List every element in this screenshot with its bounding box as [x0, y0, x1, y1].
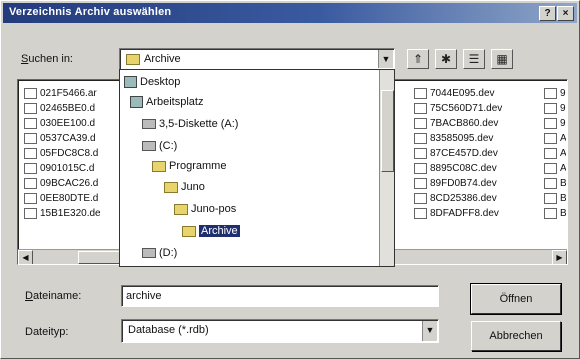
list-view-icon[interactable]: ☰	[463, 49, 485, 69]
chevron-down-icon[interactable]: ▼	[378, 50, 393, 68]
filename-field[interactable]: archive	[121, 285, 439, 307]
dropdown-item-programme[interactable]: Programme	[152, 158, 226, 174]
list-item[interactable]: 9	[544, 116, 566, 131]
help-button[interactable]: ?	[539, 6, 556, 21]
lookin-value: Archive	[144, 53, 181, 65]
list-item[interactable]: 75C560D71.dev	[414, 101, 534, 116]
dropdown-item-c-drive[interactable]: (C:)	[142, 138, 177, 154]
list-item[interactable]: 030EE100.d	[24, 116, 124, 131]
list-item[interactable]: 83585095.dev	[414, 131, 534, 146]
file-column-right: 7044E095.dev 75C560D71.dev 7BACB860.dev …	[414, 86, 534, 221]
file-dialog-window: Verzeichnis Archiv auswählen ? × Suchen …	[0, 0, 580, 359]
filetype-select[interactable]: Database (*.rdb) ▼	[121, 319, 439, 343]
lookin-label: Suchen in:	[21, 53, 73, 65]
lookin-combobox[interactable]: Archive ▼	[119, 48, 395, 70]
list-item[interactable]: A	[544, 161, 566, 176]
lookin-dropdown-list[interactable]: Desktop Arbeitsplatz 3,5-Diskette (A:) (…	[119, 69, 395, 267]
dropdown-item-floppy[interactable]: 3,5-Diskette (A:)	[142, 116, 238, 132]
dropdown-item-juno-pos[interactable]: Juno-pos	[174, 201, 236, 217]
dropdown-item-archive[interactable]: Archive	[182, 223, 240, 239]
desktop-icon	[124, 76, 137, 89]
list-item[interactable]: B	[544, 206, 566, 221]
list-item[interactable]: 9	[544, 101, 566, 116]
details-view-icon[interactable]: ▦	[491, 49, 513, 69]
dropdown-item-d-drive[interactable]: (D:)	[142, 245, 177, 261]
chevron-down-icon[interactable]: ▼	[422, 321, 437, 341]
list-item[interactable]: 021F5466.ar	[24, 86, 124, 101]
hard-drive-icon	[142, 141, 156, 152]
cancel-button[interactable]: Abbrechen	[471, 321, 561, 351]
list-item[interactable]: 8895C08C.dev	[414, 161, 534, 176]
dropdown-item-arbeitsplatz[interactable]: Arbeitsplatz	[130, 94, 203, 110]
folder-icon	[174, 203, 188, 215]
window-title: Verzeichnis Archiv auswählen	[9, 6, 172, 18]
list-item[interactable]: A	[544, 146, 566, 161]
list-item[interactable]: 87CE457D.dev	[414, 146, 534, 161]
folder-icon	[164, 181, 178, 193]
list-item[interactable]: 89FD0B74.dev	[414, 176, 534, 191]
list-item[interactable]: 15B1E320.de	[24, 206, 124, 221]
up-folder-icon[interactable]: ⇑	[407, 49, 429, 69]
list-item[interactable]: 8CD25386.dev	[414, 191, 534, 206]
cd-drive-icon	[142, 248, 156, 259]
filename-label: Dateiname:	[25, 290, 82, 302]
folder-icon	[152, 160, 166, 172]
list-item[interactable]: 09BCAC26.d	[24, 176, 124, 191]
list-item[interactable]: 8DFADFF8.dev	[414, 206, 534, 221]
scroll-right-icon[interactable]: ▶	[552, 250, 567, 264]
filetype-label: Dateityp:	[25, 326, 69, 338]
list-item[interactable]: A	[544, 131, 566, 146]
file-column-left: 021F5466.ar 02465BE0.d 030EE100.d 0537CA…	[24, 86, 124, 221]
open-folder-icon	[182, 225, 196, 237]
list-item[interactable]: B	[544, 191, 566, 206]
list-item[interactable]: 05FDC8C8.d	[24, 146, 124, 161]
list-item[interactable]: 7044E095.dev	[414, 86, 534, 101]
dropdown-scrollbar[interactable]	[379, 70, 394, 266]
scroll-thumb[interactable]	[381, 90, 394, 172]
new-folder-icon[interactable]: ✱	[435, 49, 457, 69]
open-button[interactable]: Öffnen	[470, 283, 562, 315]
folder-icon	[126, 54, 140, 65]
computer-icon	[130, 96, 143, 109]
list-item[interactable]: 0901015C.d	[24, 161, 124, 176]
scroll-left-icon[interactable]: ◀	[18, 250, 33, 264]
title-bar[interactable]: Verzeichnis Archiv auswählen ? ×	[3, 3, 577, 23]
list-item[interactable]: 0537CA39.d	[24, 131, 124, 146]
list-item[interactable]: 7BACB860.dev	[414, 116, 534, 131]
dropdown-item-desktop[interactable]: Desktop	[124, 74, 180, 90]
floppy-drive-icon	[142, 119, 156, 130]
list-item[interactable]: B	[544, 176, 566, 191]
file-column-far: 9 9 9 A A A B B B	[544, 86, 566, 221]
list-item[interactable]: 0EE80DTE.d	[24, 191, 124, 206]
close-button[interactable]: ×	[557, 6, 574, 21]
list-item[interactable]: 02465BE0.d	[24, 101, 124, 116]
dropdown-item-juno[interactable]: Juno	[164, 179, 205, 195]
list-item[interactable]: 9	[544, 86, 566, 101]
